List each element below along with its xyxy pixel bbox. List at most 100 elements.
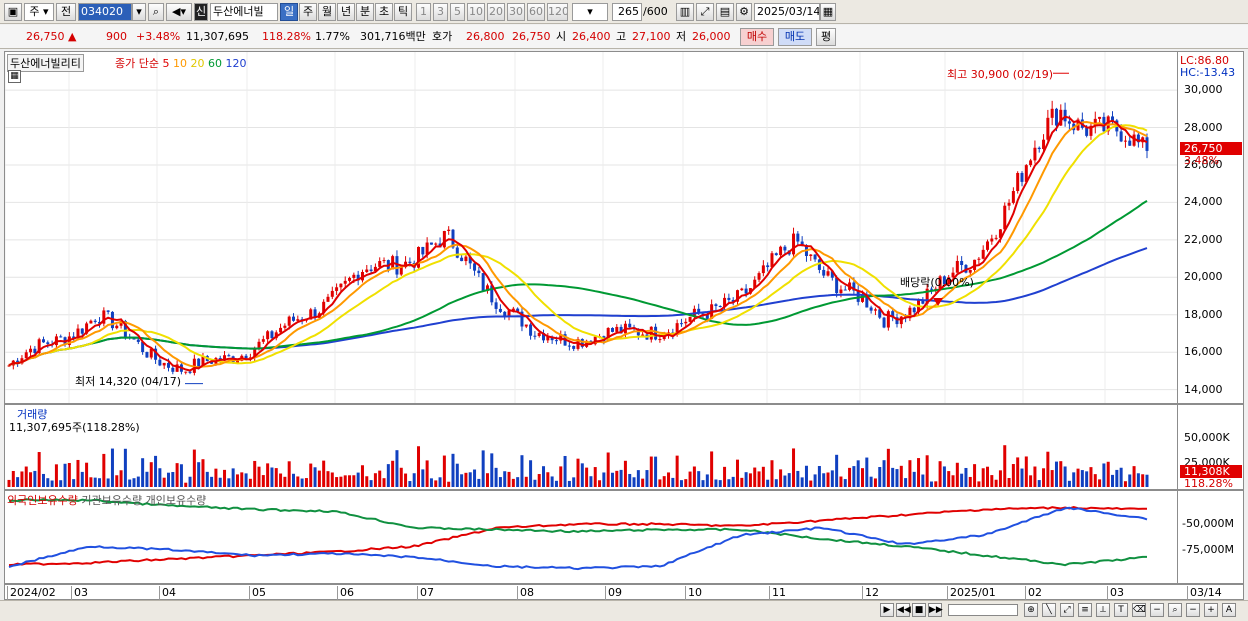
volume-chart[interactable] (5, 405, 1177, 489)
volume-ratio: 118.28% (262, 30, 311, 43)
volume-axis: 50,000K 25,000K 11,308K 118.28% (1178, 404, 1244, 490)
volume-bar (998, 470, 1002, 487)
interval-button[interactable]: 120 (547, 3, 568, 21)
holding-panel[interactable]: 외국인보유수량 기관보유수량 개인보유수량 (4, 490, 1178, 584)
market-select[interactable]: 주 ▾ (24, 3, 54, 21)
volume-bar (1128, 474, 1132, 487)
eval-button[interactable]: 평 (816, 28, 836, 46)
pause-icon[interactable]: ■ (912, 603, 926, 617)
candle-body (29, 348, 33, 353)
institution-legend: 기관보유수량 (81, 494, 143, 507)
scroll-right-icon[interactable]: ▶ (880, 603, 894, 617)
buy-button[interactable]: 매수 (740, 28, 774, 46)
candle-body (1128, 140, 1132, 146)
interval-button[interactable]: 20 (487, 3, 505, 21)
volume-bar (54, 464, 58, 487)
code-dropdown-icon[interactable]: ▾ (132, 3, 146, 21)
volume-bar (270, 467, 274, 487)
period-button[interactable]: 분 (356, 3, 374, 21)
zoom-slider[interactable] (948, 604, 1018, 616)
period-button[interactable]: 년 (337, 3, 355, 21)
period-button[interactable]: 초 (375, 3, 393, 21)
volume-bar (1089, 467, 1093, 487)
speaker-icon[interactable]: ◀▾ (166, 3, 192, 21)
font-size-icon[interactable]: A (1222, 603, 1236, 617)
candle-body (41, 339, 45, 343)
volume-bar (210, 476, 214, 487)
trend-tool-icon[interactable]: ⤢ (1060, 603, 1074, 617)
candle-body (1067, 121, 1071, 124)
interval-button[interactable]: 10 (467, 3, 485, 21)
volume-bar (636, 470, 640, 487)
price-panel[interactable]: 두산에너빌리티 종가 단순 5 10 20 60 120 ▦ 최고 30,900… (4, 51, 1178, 404)
period-button[interactable]: 주 (299, 3, 317, 21)
volume-bar (589, 476, 593, 487)
period-button[interactable]: 월 (318, 3, 336, 21)
minus-zoom-icon[interactable]: − (1150, 603, 1164, 617)
volume-bar (141, 458, 145, 487)
interval-button[interactable]: 5 (450, 3, 465, 21)
volume-bar (365, 476, 369, 487)
zoom-tool-icon[interactable]: ⊕ (1024, 603, 1038, 617)
forward-icon[interactable]: ▶▶ (928, 603, 943, 617)
fib-tool-icon[interactable]: ≡ (1078, 603, 1092, 617)
sell-button[interactable]: 매도 (778, 28, 812, 46)
text-tool-icon[interactable]: T (1114, 603, 1128, 617)
volume-bar (369, 480, 373, 487)
grid-toggle-icon[interactable]: ▦ (8, 70, 21, 83)
window-menu-icon[interactable]: ▣ (4, 3, 22, 21)
volume-bar (679, 480, 683, 487)
volume-bar (908, 460, 912, 487)
line-tool-icon[interactable]: ╲ (1042, 603, 1056, 617)
period-button[interactable]: 틱 (394, 3, 412, 21)
institution-line (8, 498, 1147, 567)
volume-bar (1136, 473, 1140, 487)
calendar-icon[interactable]: ▦ (820, 3, 836, 21)
candle-body (783, 246, 787, 251)
plus-icon[interactable]: + (1204, 603, 1218, 617)
volume-bar (20, 471, 24, 487)
measure-tool-icon[interactable]: ⟂ (1096, 603, 1110, 617)
volume-panel[interactable]: 거래량 11,307,695주(118.28%) (4, 404, 1178, 490)
interval-button[interactable]: 60 (527, 3, 545, 21)
count-input[interactable]: 265 (612, 3, 642, 21)
period-button[interactable]: 일 (280, 3, 298, 21)
price-chart[interactable] (5, 52, 1177, 403)
code-input[interactable]: 034020 (78, 3, 132, 21)
date-input[interactable]: 2025/03/14 (754, 3, 820, 21)
draw-tool-icon[interactable]: ⤢ (696, 3, 714, 21)
volume-bar (671, 477, 675, 487)
current-price: 26,750 ▲ (26, 30, 77, 43)
volume-bar (684, 479, 688, 487)
candle-body (80, 328, 84, 334)
stock-name-field: 두산에너빌 (210, 3, 278, 21)
volume-bar (330, 472, 334, 487)
volume-last-pct: 118.28% (1184, 477, 1233, 490)
rewind-icon[interactable]: ◀◀ (896, 603, 911, 617)
erase-tool-icon[interactable]: ⌫ (1132, 603, 1146, 617)
volume-bar (76, 459, 80, 487)
prev-button[interactable]: 전 (56, 3, 76, 21)
volume-bar (817, 466, 821, 487)
candle-body (986, 241, 990, 250)
volume-bar (503, 471, 507, 487)
save-icon[interactable]: ▤ (716, 3, 734, 21)
interval-select[interactable]: ▾ (572, 3, 608, 21)
volume-bar (1024, 456, 1028, 487)
candle-body (641, 334, 645, 336)
interval-button[interactable]: 3 (433, 3, 448, 21)
interval-button[interactable]: 30 (507, 3, 525, 21)
holding-axis: -50,000M -75,000M (1178, 490, 1244, 584)
volume-bar (231, 468, 235, 487)
settings-icon[interactable]: ⚙ (736, 3, 752, 21)
volume-bar (576, 458, 580, 487)
interval-button[interactable]: 1 (416, 3, 431, 21)
search-icon[interactable]: ⌕ (148, 3, 164, 21)
chart-type-icon[interactable]: ▥ (676, 3, 694, 21)
volume-bar (1106, 461, 1110, 487)
volume-bar (119, 470, 123, 487)
collapse-icon[interactable]: − (1186, 603, 1200, 617)
search-zoom-icon[interactable]: ⌕ (1168, 603, 1182, 617)
candle-body (59, 336, 63, 338)
volume-bar (235, 474, 239, 487)
